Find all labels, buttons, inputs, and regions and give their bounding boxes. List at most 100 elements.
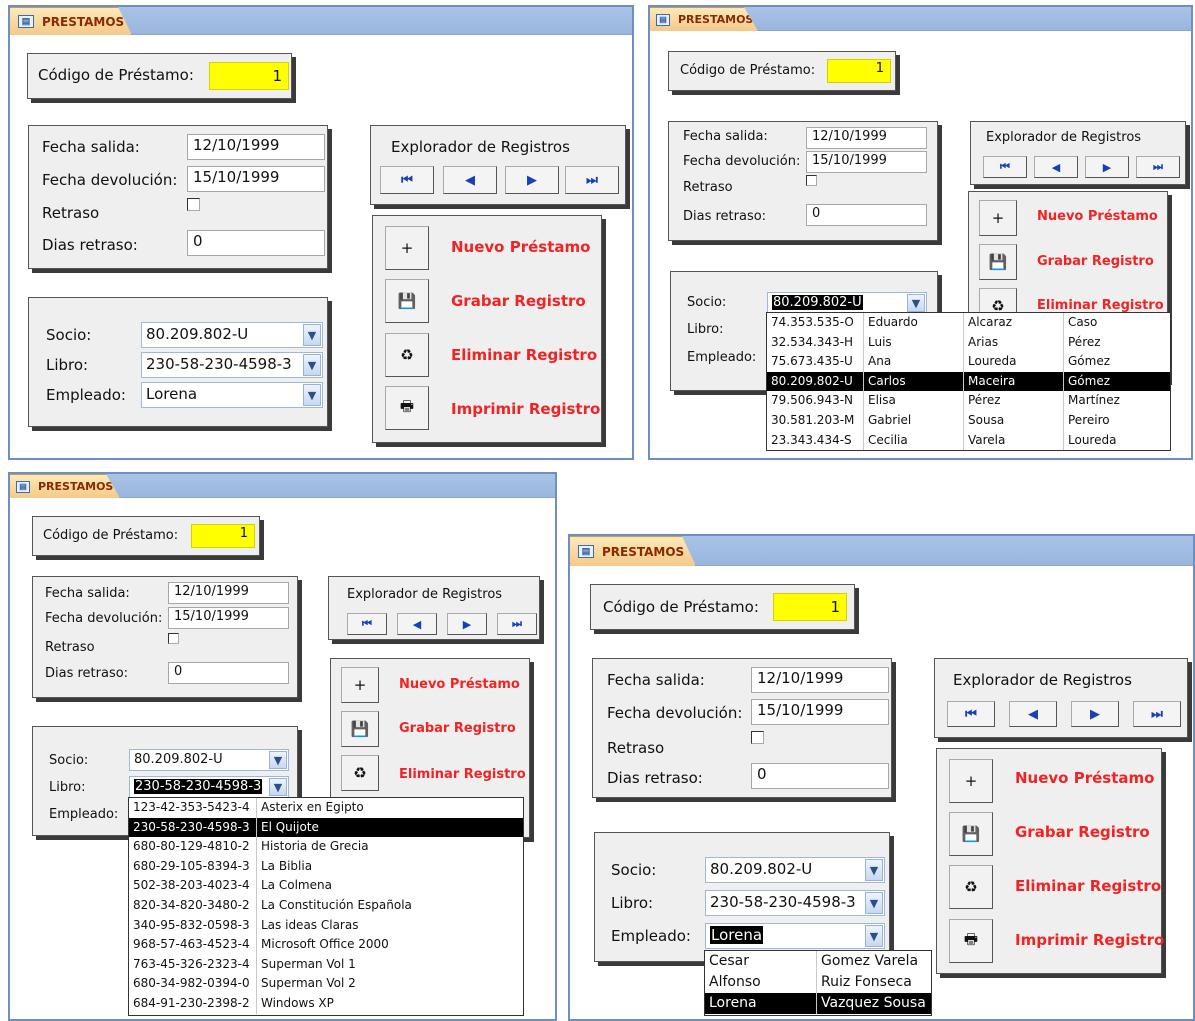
libro-option[interactable]: 684-91-230-2398-2 Windows XP [129, 993, 523, 1014]
chevron-down-icon[interactable]: ▼ [303, 354, 321, 376]
socio-combo[interactable]: 80.209.802-U ▼ [141, 322, 323, 348]
libro-option[interactable]: 123-42-353-5423-4 Asterix en Egipto [129, 798, 523, 818]
socio-option-selected[interactable]: 80.209.802-U Carlos Maceira Gómez [767, 371, 1170, 392]
nuevo-label[interactable]: Nuevo Préstamo [399, 677, 520, 692]
chevron-down-icon[interactable]: ▼ [865, 859, 883, 881]
chevron-down-icon[interactable]: ▼ [865, 925, 883, 947]
fecha-devolucion-input[interactable]: 15/10/1999 [187, 166, 325, 192]
eliminar-button[interactable]: ♻ [341, 755, 379, 791]
prev-record-button[interactable]: ◀ [1034, 156, 1078, 178]
tab-prestamos[interactable]: ▤ PRESTAMOS [570, 536, 696, 566]
libro-option[interactable]: 763-45-326-2323-4 Superman Vol 1 [129, 954, 523, 975]
next-record-button[interactable]: ▶ [447, 613, 487, 635]
socio-combo[interactable]: 80.209.802-U ▼ [129, 749, 289, 771]
fecha-salida-input[interactable]: 12/10/1999 [751, 667, 889, 693]
next-record-button[interactable]: ▶ [505, 166, 559, 194]
libro-option[interactable]: 680-34-982-0394-0 Superman Vol 2 [129, 974, 523, 994]
fecha-salida-input[interactable]: 12/10/1999 [806, 127, 927, 149]
eliminar-label[interactable]: Eliminar Registro [1015, 877, 1161, 895]
libro-dropdown-list[interactable]: 123-42-353-5423-4 Asterix en Egipto 230-5… [128, 797, 524, 1016]
tab-prestamos[interactable]: ▤ PRESTAMOS [650, 7, 758, 31]
last-record-button[interactable]: ⏭ [1133, 701, 1181, 727]
nuevo-button[interactable]: + [979, 200, 1017, 236]
chevron-down-icon[interactable]: ▼ [303, 384, 321, 406]
nuevo-button[interactable]: + [949, 759, 993, 803]
socio-option[interactable]: 75.673.435-U Ana Loureda Gómez [767, 352, 1170, 372]
socio-option[interactable]: 30.581.203-M Gabriel Sousa Pereiro [767, 410, 1170, 431]
libro-option[interactable]: 340-95-832-0598-3 Las ideas Claras [129, 915, 523, 936]
eliminar-label[interactable]: Eliminar Registro [399, 767, 526, 782]
libro-option[interactable]: 502-38-203-4023-4 La Colmena [129, 876, 523, 896]
first-record-button[interactable]: ⏮ [380, 166, 434, 194]
grabar-button[interactable]: 💾 [979, 244, 1017, 280]
first-record-button[interactable]: ⏮ [947, 701, 995, 727]
dias-retraso-input[interactable]: 0 [806, 204, 927, 226]
libro-option[interactable]: 820-34-820-3480-2 La Constitución Español… [129, 895, 523, 916]
tab-prestamos[interactable]: ▤ PRESTAMOS [10, 474, 120, 498]
last-record-button[interactable]: ⏭ [565, 166, 619, 194]
empleado-combo[interactable]: Lorena ▼ [705, 923, 885, 949]
retraso-checkbox[interactable] [806, 175, 817, 186]
last-record-button[interactable]: ⏭ [497, 613, 537, 635]
codigo-input[interactable]: 1 [827, 59, 891, 83]
libro-option[interactable]: 680-29-105-8394-3 La Biblia [129, 856, 523, 877]
prev-record-button[interactable]: ◀ [443, 166, 497, 194]
socio-option[interactable]: 79.506.943-N Elisa Pérez Martínez [767, 391, 1170, 411]
grabar-button[interactable]: 💾 [385, 279, 429, 323]
libro-option[interactable]: 680-80-129-4810-2 Historia de Grecia [129, 837, 523, 857]
imprimir-label[interactable]: Imprimir Registro [1015, 931, 1164, 949]
empleado-option[interactable]: Cesar Gomez Varela [705, 951, 931, 972]
retraso-checkbox[interactable] [751, 731, 764, 744]
grabar-button[interactable]: 💾 [341, 711, 379, 747]
eliminar-label[interactable]: Eliminar Registro [1037, 298, 1164, 313]
empleado-option[interactable]: Alfonso Ruiz Fonseca [705, 972, 931, 993]
chevron-down-icon[interactable]: ▼ [865, 892, 883, 914]
libro-option-selected[interactable]: 230-58-230-4598-3 El Quijote [129, 817, 523, 838]
prev-record-button[interactable]: ◀ [397, 613, 437, 635]
first-record-button[interactable]: ⏮ [983, 156, 1027, 178]
nuevo-label[interactable]: Nuevo Préstamo [451, 238, 590, 256]
socio-combo[interactable]: 80.209.802-U ▼ [705, 857, 885, 883]
libro-combo[interactable]: 230-58-230-4598-3 ▼ [141, 352, 323, 378]
dias-retraso-input[interactable]: 0 [187, 230, 325, 256]
codigo-input[interactable]: 1 [773, 593, 847, 621]
socio-combo[interactable]: 80.209.802-U ▼ [767, 292, 927, 314]
chevron-down-icon[interactable]: ▼ [269, 778, 287, 796]
socio-option[interactable]: 23.343.434-S Cecilia Varela Loureda [767, 430, 1170, 451]
fecha-salida-input[interactable]: 12/10/1999 [168, 582, 289, 604]
imprimir-label[interactable]: Imprimir Registro [451, 400, 600, 418]
grabar-label[interactable]: Grabar Registro [451, 292, 586, 310]
chevron-down-icon[interactable]: ▼ [907, 294, 925, 312]
codigo-input[interactable]: 1 [191, 524, 255, 548]
fecha-devolucion-input[interactable]: 15/10/1999 [806, 151, 927, 173]
nuevo-label[interactable]: Nuevo Préstamo [1037, 209, 1158, 224]
nuevo-button[interactable]: + [385, 226, 429, 270]
socio-option[interactable]: 32.534.343-H Luis Arias Pérez [767, 332, 1170, 353]
empleado-combo[interactable]: Lorena ▼ [141, 382, 323, 408]
dias-retraso-input[interactable]: 0 [751, 763, 889, 789]
socio-dropdown-list[interactable]: 74.353.535-O Eduardo Alcaraz Caso 32.534.34… [766, 312, 1171, 451]
nuevo-button[interactable]: + [341, 667, 379, 703]
imprimir-button[interactable]: 🖶 [385, 386, 429, 430]
fecha-devolucion-input[interactable]: 15/10/1999 [751, 699, 889, 725]
codigo-input[interactable]: 1 [209, 62, 289, 90]
grabar-label[interactable]: Grabar Registro [1015, 823, 1150, 841]
first-record-button[interactable]: ⏮ [347, 613, 387, 635]
socio-option[interactable]: 74.353.535-O Eduardo Alcaraz Caso [767, 313, 1170, 333]
libro-combo[interactable]: 230-58-230-4598-3 ▼ [129, 776, 289, 798]
prev-record-button[interactable]: ◀ [1009, 701, 1057, 727]
imprimir-button[interactable]: 🖶 [949, 919, 993, 963]
next-record-button[interactable]: ▶ [1085, 156, 1129, 178]
eliminar-button[interactable]: ♻ [385, 333, 429, 377]
tab-prestamos[interactable]: ▤ PRESTAMOS [10, 7, 132, 35]
next-record-button[interactable]: ▶ [1071, 701, 1119, 727]
empleado-dropdown-list[interactable]: Cesar Gomez Varela Alfonso Ruiz Fonseca Lo… [704, 950, 932, 1016]
eliminar-button[interactable]: ♻ [949, 865, 993, 909]
grabar-label[interactable]: Grabar Registro [399, 721, 516, 736]
nuevo-label[interactable]: Nuevo Préstamo [1015, 769, 1154, 787]
chevron-down-icon[interactable]: ▼ [269, 751, 287, 769]
eliminar-label[interactable]: Eliminar Registro [451, 346, 597, 364]
retraso-checkbox[interactable] [168, 633, 179, 644]
empleado-option-selected[interactable]: Lorena Vazquez Sousa [705, 993, 931, 1014]
retraso-checkbox[interactable] [187, 198, 200, 211]
